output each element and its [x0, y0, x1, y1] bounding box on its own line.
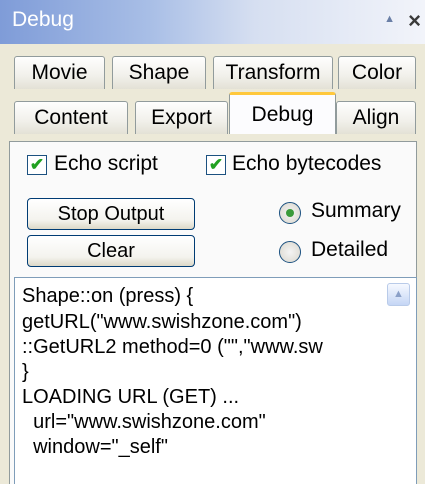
tab-movie[interactable]: Movie — [14, 56, 105, 89]
output-line: getURL("www.swishzone.com") — [22, 311, 302, 333]
detailed-radio[interactable] — [279, 241, 301, 263]
radio-selected-dot — [286, 209, 294, 217]
tab-transform[interactable]: Transform — [213, 56, 333, 89]
output-line: url="www.swishzone.com" — [22, 411, 266, 433]
tab-debug[interactable]: Debug — [229, 92, 336, 134]
clear-button[interactable]: Clear — [27, 235, 195, 267]
echo-script-checkbox[interactable]: ✔ — [27, 155, 47, 175]
output-line: window="_self" — [22, 436, 168, 458]
debug-panel: Debug ▲ × Movie Shape Transform Color Co… — [0, 0, 425, 484]
detailed-label: Detailed — [311, 238, 389, 261]
tab-shape[interactable]: Shape — [112, 56, 206, 89]
panel-title: Debug — [12, 8, 74, 31]
summary-label: Summary — [311, 199, 401, 222]
tab-align[interactable]: Align — [336, 101, 416, 134]
scroll-up-icon[interactable]: ▲ — [387, 283, 410, 306]
close-icon[interactable]: × — [408, 8, 421, 34]
output-line: } — [22, 361, 29, 383]
tab-color[interactable]: Color — [338, 56, 416, 89]
collapse-icon[interactable]: ▲ — [384, 13, 395, 25]
echo-bytecodes-label: Echo bytecodes — [232, 152, 382, 175]
tab-content[interactable]: Content — [14, 101, 128, 134]
summary-radio[interactable] — [279, 202, 301, 224]
output-line: Shape::on (press) { — [22, 285, 194, 307]
debug-output-area[interactable]: Shape::on (press) { getURL("www.swishzon… — [14, 277, 417, 484]
title-bar[interactable]: Debug ▲ × — [0, 0, 425, 44]
output-line: LOADING URL (GET) ... — [22, 386, 240, 408]
stop-output-button[interactable]: Stop Output — [27, 198, 195, 230]
echo-bytecodes-checkbox[interactable]: ✔ — [206, 155, 226, 175]
echo-script-label: Echo script — [54, 152, 158, 175]
output-line: ::GetURL2 method=0 ("","www.sw — [22, 336, 323, 358]
tab-export[interactable]: Export — [135, 101, 228, 134]
